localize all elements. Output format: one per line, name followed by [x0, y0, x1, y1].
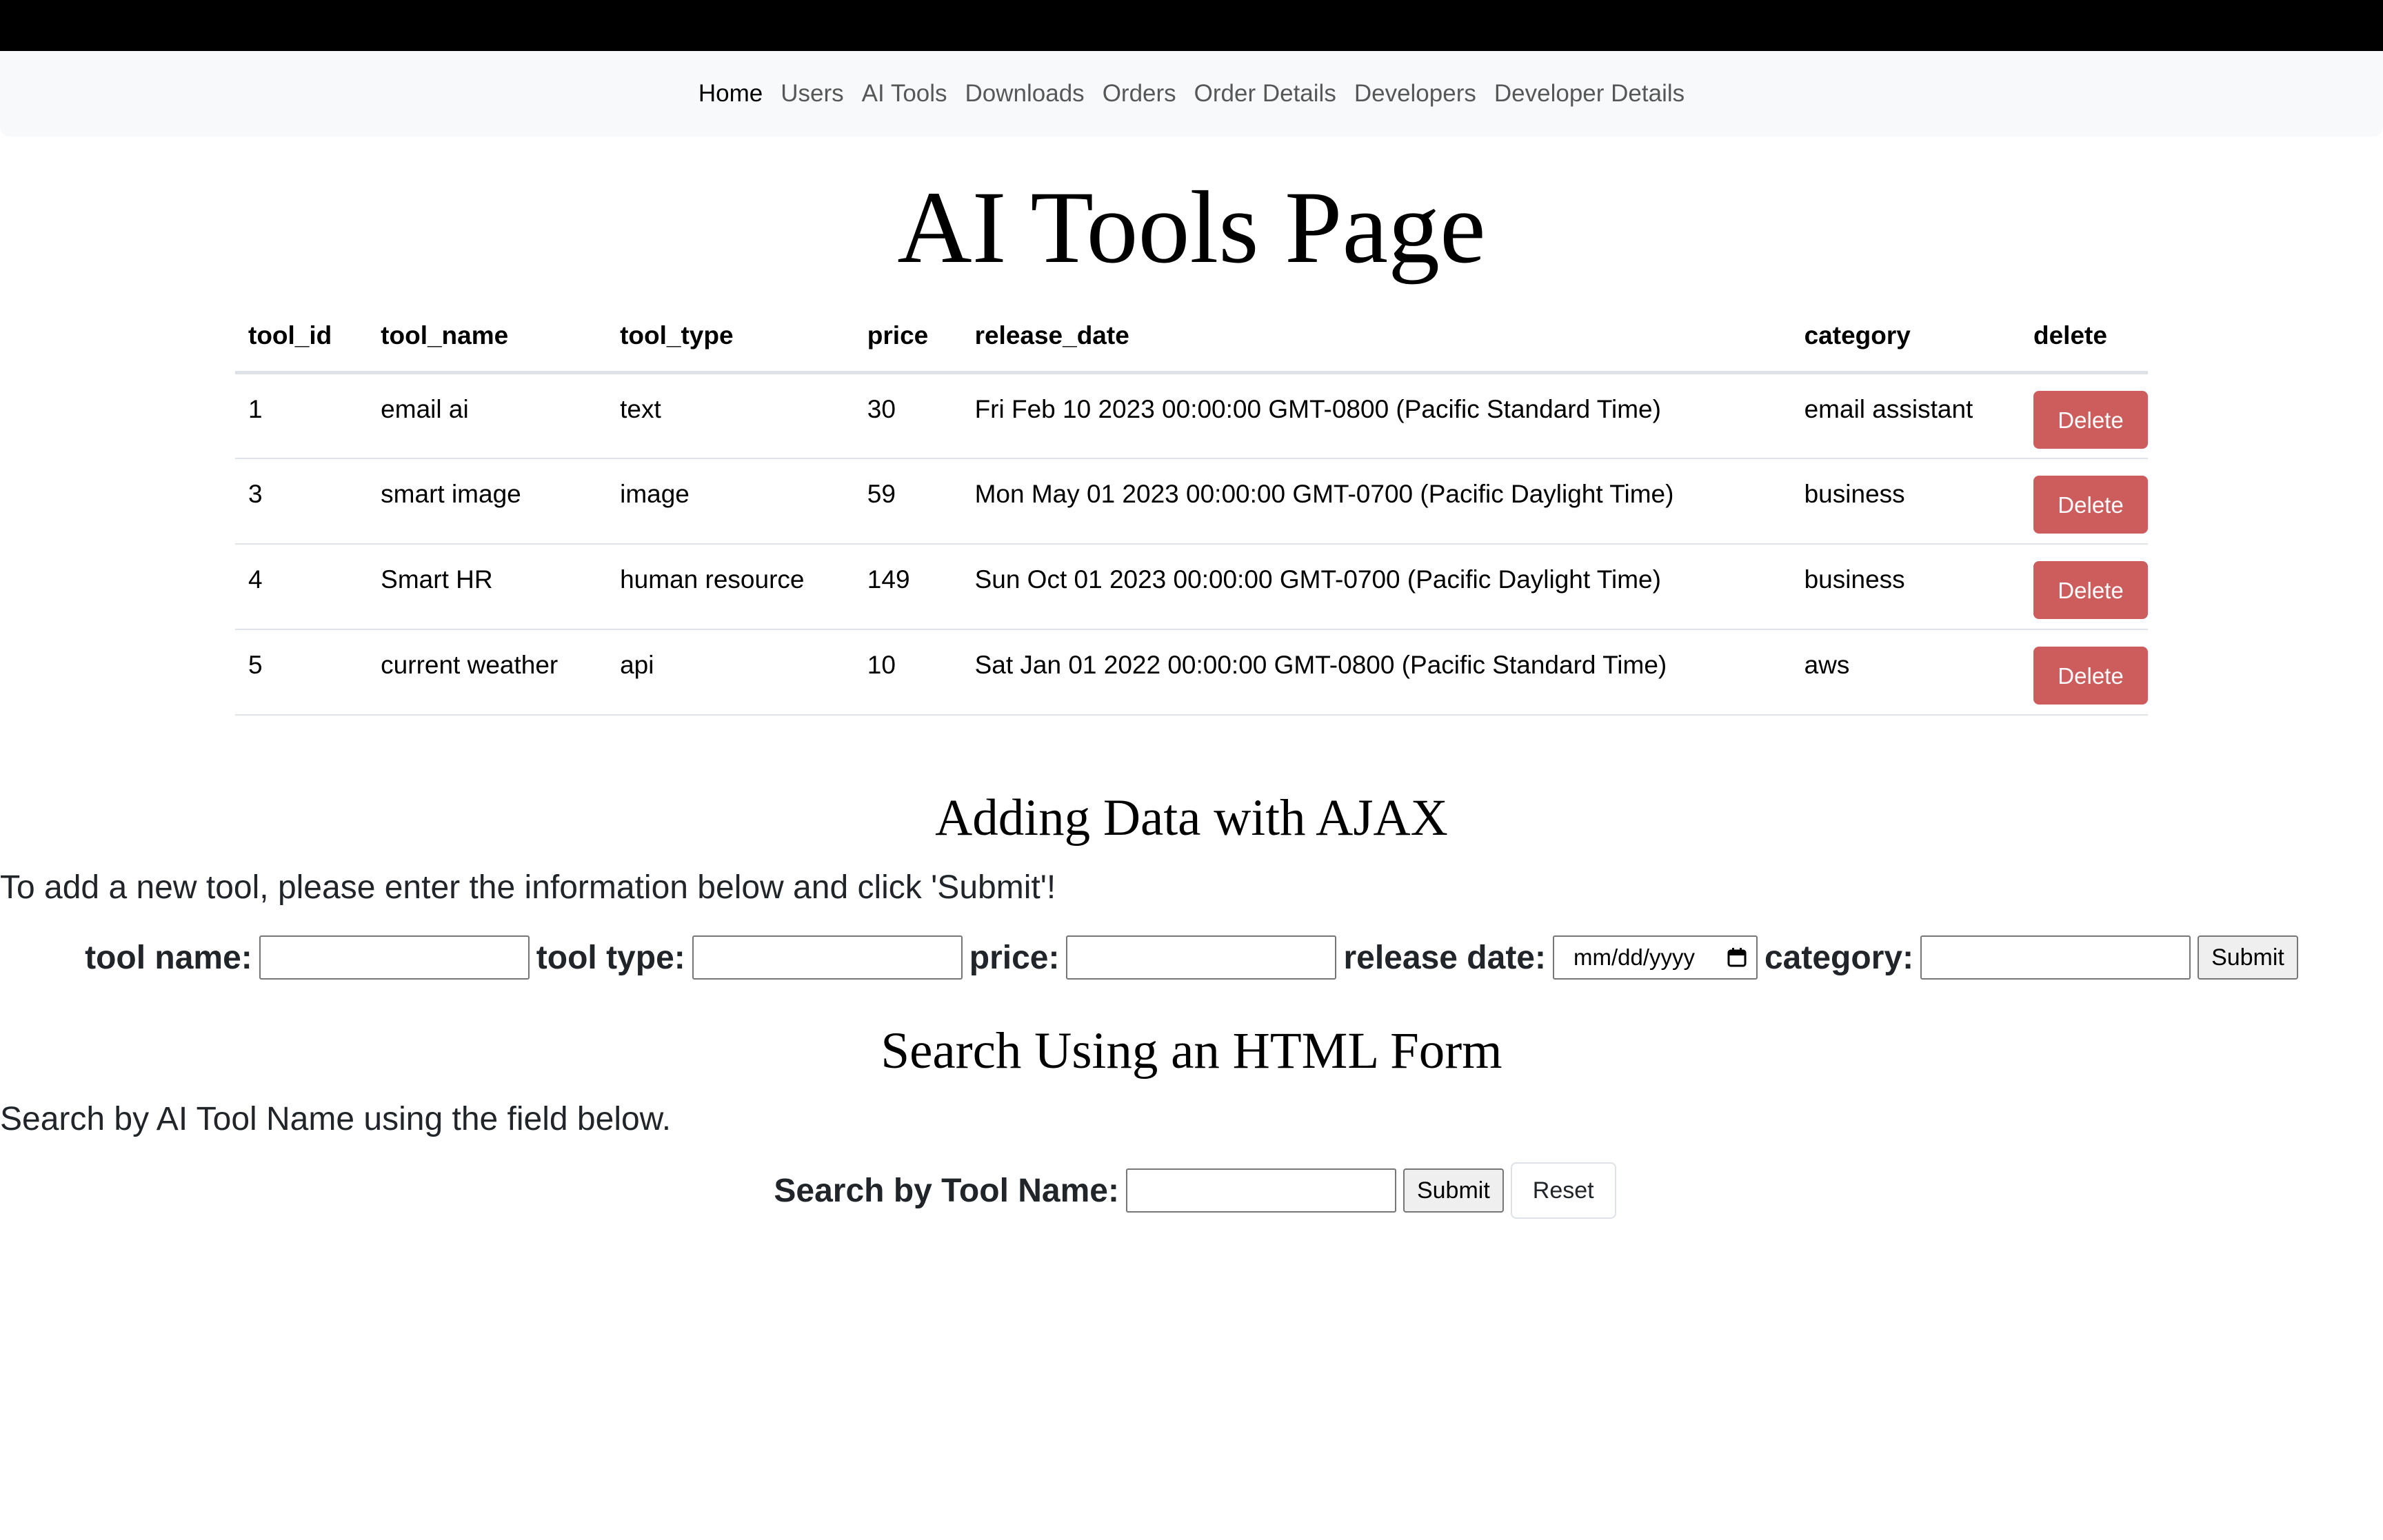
cell-release-date: Sun Oct 01 2023 00:00:00 GMT-0700 (Pacif…	[961, 543, 1791, 630]
cell-tool-id: 4	[235, 543, 368, 630]
column-header-category: category	[1791, 301, 2020, 374]
tool-type-input[interactable]	[692, 935, 963, 980]
cell-price: 10	[854, 629, 962, 716]
cell-tool-name: email ai	[368, 372, 607, 459]
release-date-input[interactable]: mm/dd/yyyy	[1552, 935, 1758, 980]
tool-name-label: tool name:	[85, 939, 252, 976]
cell-category: aws	[1791, 629, 2020, 716]
calendar-icon[interactable]	[1727, 948, 1747, 967]
column-header-tool-id: tool_id	[235, 301, 368, 374]
page-title: AI Tools Page	[897, 170, 1486, 285]
cell-price: 59	[854, 458, 962, 545]
nav-link-users[interactable]: Users	[772, 80, 852, 108]
cell-price: 30	[854, 372, 962, 459]
delete-button[interactable]: Delete	[2033, 475, 2148, 534]
cell-tool-id: 1	[235, 372, 368, 459]
add-data-intro: To add a new tool, please enter the info…	[0, 869, 1056, 906]
cell-tool-id: 5	[235, 629, 368, 716]
cell-category: business	[1791, 458, 2020, 545]
cell-tool-name: Smart HR	[368, 543, 607, 630]
column-header-price: price	[854, 301, 962, 374]
nav-link-developers[interactable]: Developers	[1345, 80, 1485, 108]
column-header-release-date: release_date	[961, 301, 1791, 374]
cell-delete: Delete	[2020, 458, 2148, 545]
table-row: 5 current weather api 10 Sat Jan 01 2022…	[235, 629, 2148, 716]
add-data-heading: Adding Data with AJAX	[935, 789, 1448, 847]
delete-button[interactable]: Delete	[2033, 391, 2148, 449]
cell-release-date: Sat Jan 01 2022 00:00:00 GMT-0800 (Pacif…	[961, 629, 1791, 716]
column-header-delete: delete	[2020, 301, 2148, 374]
column-header-tool-name: tool_name	[368, 301, 607, 374]
cell-tool-id: 3	[235, 458, 368, 545]
add-submit-button[interactable]: Submit	[2198, 935, 2298, 980]
nav-link-ai-tools[interactable]: AI Tools	[853, 80, 956, 108]
table-row: 4 Smart HR human resource 149 Sun Oct 01…	[235, 543, 2148, 630]
cell-category: business	[1791, 543, 2020, 630]
delete-button[interactable]: Delete	[2033, 646, 2148, 705]
cell-tool-type: api	[607, 629, 854, 716]
delete-button[interactable]: Delete	[2033, 560, 2148, 619]
cell-price: 149	[854, 543, 962, 630]
cell-tool-name: smart image	[368, 458, 607, 545]
column-header-tool-type: tool_type	[607, 301, 854, 374]
cell-delete: Delete	[2020, 543, 2148, 630]
nav-link-home[interactable]: Home	[690, 80, 772, 108]
search-intro: Search by AI Tool Name using the field b…	[0, 1101, 672, 1137]
category-input[interactable]	[1920, 935, 2191, 980]
release-date-placeholder: mm/dd/yyyy	[1573, 944, 1696, 970]
search-form: Search by Tool Name: Submit Reset	[0, 1161, 2383, 1220]
price-input[interactable]	[1066, 935, 1337, 980]
navbar: Home Users AI Tools Downloads Orders Ord…	[0, 51, 2383, 136]
table-row: 1 email ai text 30 Fri Feb 10 2023 00:00…	[235, 372, 2148, 459]
tool-type-label: tool type:	[536, 939, 685, 976]
price-label: price:	[969, 939, 1060, 976]
search-input[interactable]	[1125, 1168, 1396, 1213]
nav-link-developer-details[interactable]: Developer Details	[1485, 80, 1693, 108]
reset-button[interactable]: Reset	[1510, 1162, 1616, 1219]
table-header-row: tool_id tool_name tool_type price releas…	[235, 301, 2148, 374]
nav-link-downloads[interactable]: Downloads	[956, 80, 1094, 108]
release-date-label: release date:	[1343, 939, 1546, 976]
cell-release-date: Fri Feb 10 2023 00:00:00 GMT-0800 (Pacif…	[961, 372, 1791, 459]
category-label: category:	[1764, 939, 1914, 976]
cell-delete: Delete	[2020, 372, 2148, 459]
search-heading: Search Using an HTML Form	[881, 1022, 1502, 1080]
tool-name-input[interactable]	[259, 935, 530, 980]
cell-tool-type: image	[607, 458, 854, 545]
nav-links: Home Users AI Tools Downloads Orders Ord…	[0, 51, 2383, 136]
cell-category: email assistant	[1791, 372, 2020, 459]
ai-tools-table: tool_id tool_name tool_type price releas…	[235, 301, 2148, 716]
cell-tool-name: current weather	[368, 629, 607, 716]
table-row: 3 smart image image 59 Mon May 01 2023 0…	[235, 458, 2148, 545]
search-submit-button[interactable]: Submit	[1402, 1168, 1504, 1213]
cell-delete: Delete	[2020, 629, 2148, 716]
search-label: Search by Tool Name:	[774, 1172, 1119, 1209]
add-tool-form: tool name: tool type: price: release dat…	[0, 933, 2383, 982]
nav-link-order-details[interactable]: Order Details	[1185, 80, 1345, 108]
cell-release-date: Mon May 01 2023 00:00:00 GMT-0700 (Pacif…	[961, 458, 1791, 545]
nav-link-orders[interactable]: Orders	[1094, 80, 1185, 108]
cell-tool-type: text	[607, 372, 854, 459]
cell-tool-type: human resource	[607, 543, 854, 630]
browser-top-bar	[0, 0, 2383, 51]
